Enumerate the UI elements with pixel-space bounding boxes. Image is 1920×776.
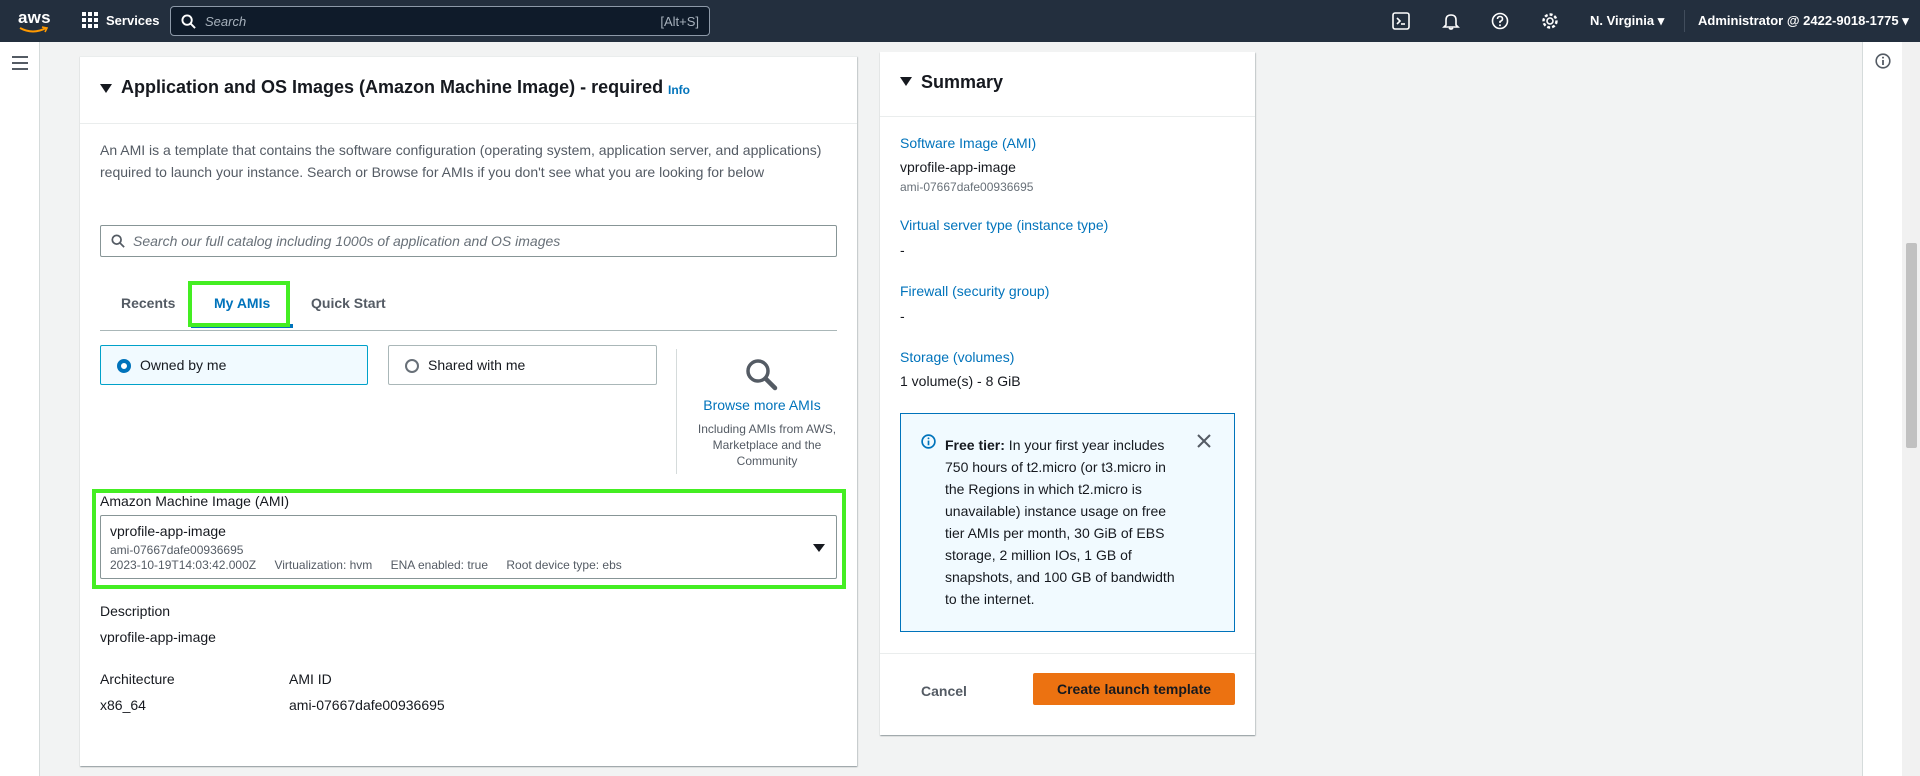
account-menu[interactable]: Administrator @ 2422-9018-1775 ▾ [1698,13,1909,29]
hamburger-menu-icon[interactable] [12,56,28,70]
radio-selected-icon [117,359,131,373]
caret-down-icon: ▾ [1657,13,1665,28]
ami-panel-header[interactable]: Application and OS Images (Amazon Machin… [80,57,857,124]
browse-more-amis-panel: Browse more AMIs Including AMIs from AWS… [676,349,846,474]
cancel-button[interactable]: Cancel [921,683,967,699]
owned-by-me-radio[interactable]: Owned by me [100,345,368,385]
shared-with-me-label: Shared with me [428,357,526,373]
firewall-value: - [900,308,905,324]
gear-icon[interactable] [1541,12,1559,30]
ami-catalog-search-input[interactable]: Search our full catalog including 1000s … [100,225,837,257]
account-label: Administrator @ 2422-9018-1775 [1698,13,1899,28]
services-label: Services [106,12,160,28]
summary-footer: Cancel Create launch template [880,653,1255,735]
highlight-box [92,489,846,589]
page-scrollbar-thumb[interactable] [1906,243,1917,448]
description-value: vprofile-app-image [100,629,216,645]
create-launch-template-button[interactable]: Create launch template [1033,673,1235,705]
global-search-input[interactable]: Search [Alt+S] [170,6,710,36]
instance-type-link[interactable]: Virtual server type (instance type) [900,217,1108,233]
help-icon[interactable] [1491,12,1509,30]
info-icon [921,434,936,449]
browse-more-amis-subtext: Including AMIs from AWS, Marketplace and… [697,422,837,468]
ami-panel-title: Application and OS Images (Amazon Machin… [121,77,664,97]
top-navigation: aws Services Search [Alt+S] N. Virginia … [0,0,1920,42]
info-panel-icon[interactable] [1875,53,1891,69]
tab-recents[interactable]: Recents [121,295,175,311]
cloudshell-icon[interactable] [1392,12,1410,30]
ami-panel: Application and OS Images (Amazon Machin… [80,56,857,766]
architecture-value: x86_64 [100,697,146,713]
software-image-link[interactable]: Software Image (AMI) [900,135,1036,151]
instance-type-value: - [900,242,905,258]
close-icon[interactable] [1197,434,1211,448]
shared-with-me-radio[interactable]: Shared with me [388,345,657,385]
description-label: Description [100,603,171,619]
software-image-value: vprofile-app-image [900,159,1016,175]
magnifier-icon [746,359,778,391]
storage-value: 1 volume(s) - 8 GiB [900,373,1021,389]
catalog-search-placeholder: Search our full catalog including 1000s … [133,233,561,249]
owned-by-me-label: Owned by me [140,357,227,373]
region-label: N. Virginia [1590,13,1655,28]
search-icon [181,14,196,29]
storage-link[interactable]: Storage (volumes) [900,349,1014,365]
browse-more-amis-link[interactable]: Browse more AMIs [677,397,847,413]
aws-logo-text: aws [18,8,51,27]
tab-quick-start[interactable]: Quick Start [311,295,386,311]
free-tier-text: Free tier: In your first year includes 7… [945,434,1185,610]
caret-down-icon: ▾ [1902,13,1909,28]
radio-unselected-icon [405,359,419,373]
caret-down-icon [100,84,112,93]
summary-header[interactable]: Summary [880,52,1255,117]
right-rail [1862,42,1902,776]
ami-id-label: AMI ID [289,671,332,687]
ami-id-value: ami-07667dafe00936695 [289,697,445,713]
search-shortcut: [Alt+S] [660,14,699,29]
grid-icon [82,12,98,28]
summary-title: Summary [921,72,1004,92]
info-link[interactable]: Info [668,83,690,97]
search-placeholder: Search [205,14,247,29]
bell-icon[interactable] [1442,12,1460,30]
software-image-id: ami-07667dafe00936695 [900,180,1034,194]
ami-description: An AMI is a template that contains the s… [100,142,822,180]
free-tier-bold: Free tier: [945,437,1005,453]
summary-panel: Summary Software Image (AMI) vprofile-ap… [880,52,1255,735]
services-menu[interactable]: Services [82,12,160,28]
highlight-box [188,281,290,327]
free-tier-alert: Free tier: In your first year includes 7… [900,413,1235,632]
aws-logo[interactable]: aws [18,8,52,34]
nav-divider [1684,10,1685,32]
free-tier-body: In your first year includes 750 hours of… [945,437,1175,607]
search-icon [111,234,125,248]
firewall-link[interactable]: Firewall (security group) [900,283,1049,299]
architecture-label: Architecture [100,671,175,687]
left-rail [0,42,40,776]
caret-down-icon [900,77,912,86]
region-selector[interactable]: N. Virginia ▾ [1590,13,1664,29]
